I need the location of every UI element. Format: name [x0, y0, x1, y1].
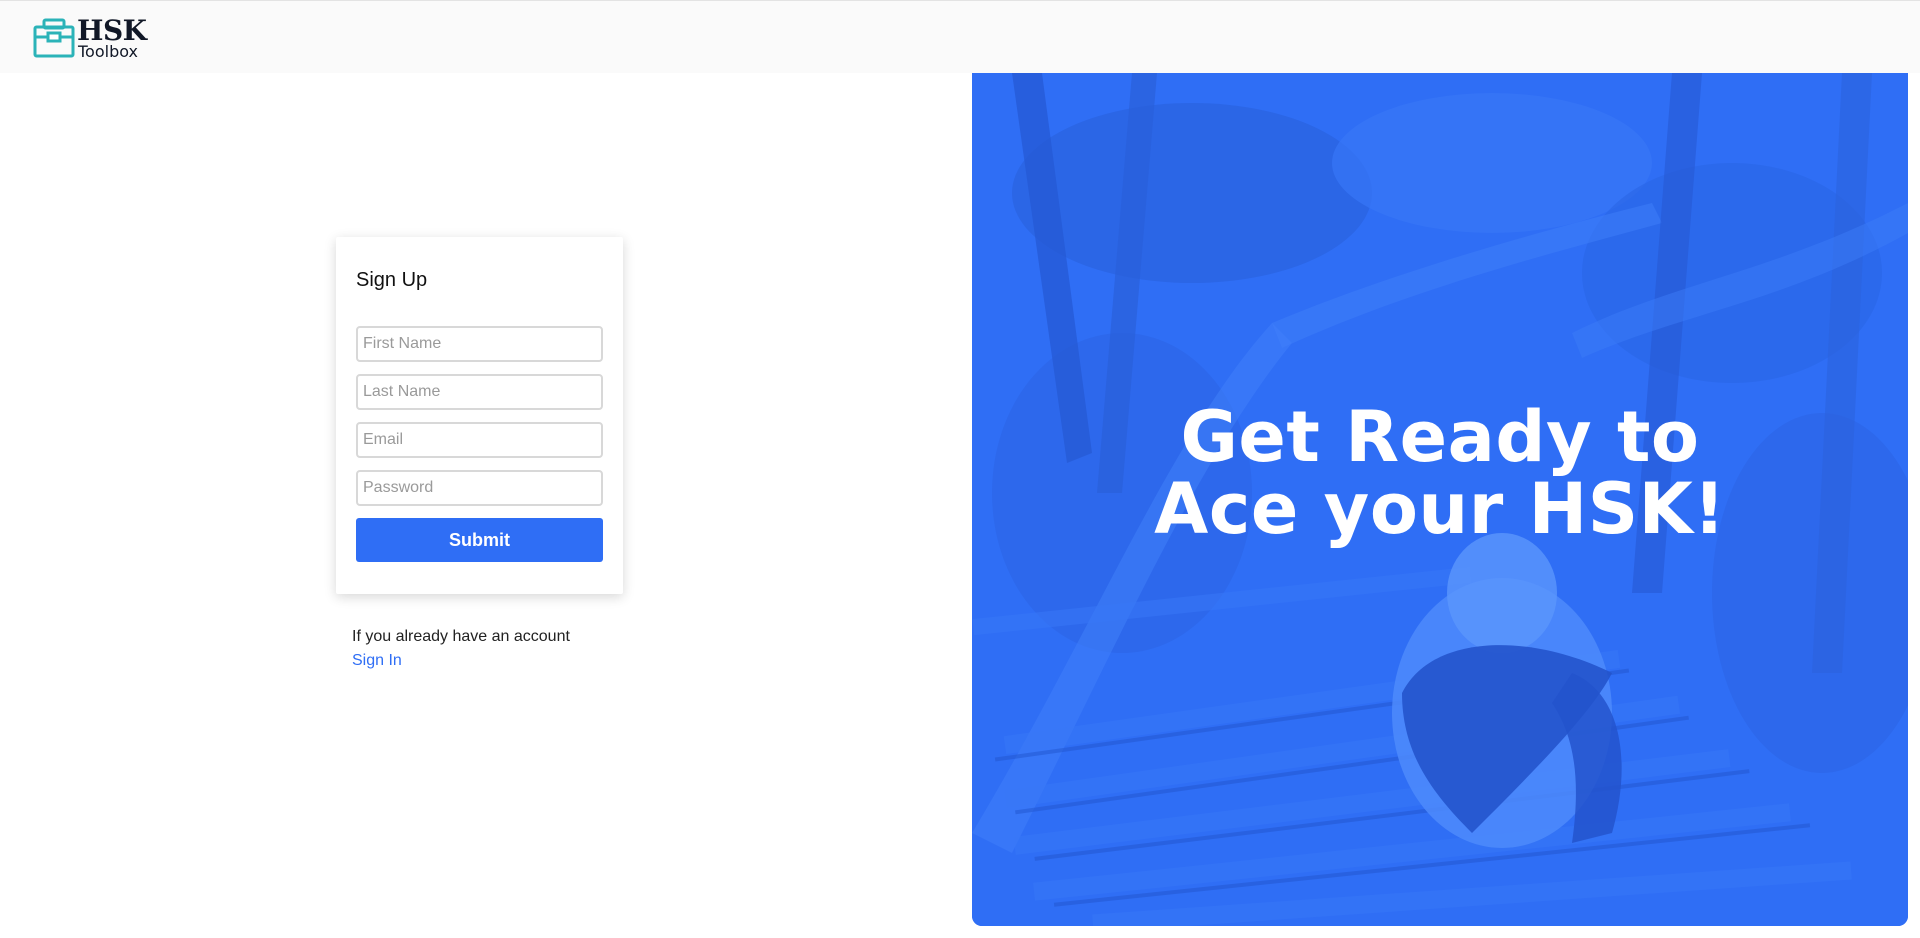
- last-name-input[interactable]: [356, 374, 603, 410]
- logo-text: HSK Toolbox: [77, 17, 147, 60]
- hero-line-2: Ace your HSK!: [1154, 468, 1726, 550]
- first-name-input[interactable]: [356, 326, 603, 362]
- hero-line-1: Get Ready to: [1180, 396, 1700, 478]
- logo-home-link[interactable]: HSK Toolbox: [33, 17, 147, 60]
- top-header: HSK Toolbox: [0, 0, 1920, 73]
- submit-button[interactable]: Submit: [356, 518, 603, 562]
- password-input[interactable]: [356, 470, 603, 506]
- existing-account-note: If you already have an account: [352, 628, 570, 645]
- logo-title: HSK: [77, 14, 147, 47]
- toolbox-icon: [33, 18, 75, 58]
- signup-title: Sign Up: [356, 269, 428, 291]
- hero-heading: Get Ready to Ace your HSK!: [972, 401, 1908, 545]
- email-input[interactable]: [356, 422, 603, 458]
- sign-in-link[interactable]: Sign In: [352, 652, 402, 670]
- logo-subtitle: Toolbox: [78, 42, 138, 61]
- signup-card: Sign Up Submit: [336, 237, 623, 594]
- hero-panel: Get Ready to Ace your HSK!: [972, 73, 1908, 926]
